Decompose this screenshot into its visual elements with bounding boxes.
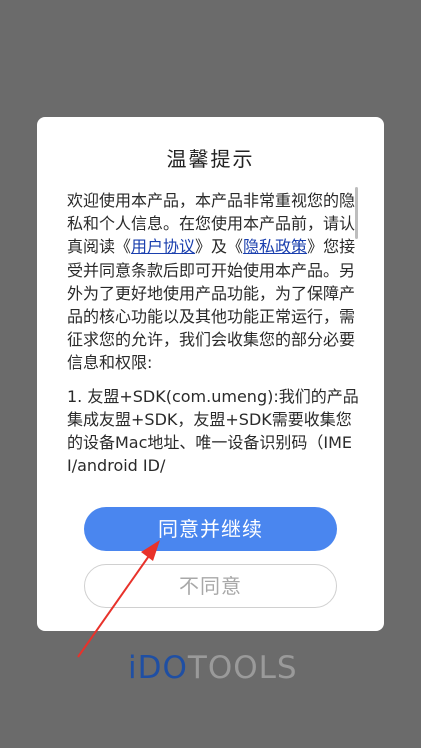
watermark-part1: iDO: [128, 650, 188, 686]
watermark-logo: iDOTOOLS: [128, 650, 298, 686]
watermark-part2: TOOLS: [187, 650, 298, 686]
annotation-arrow-icon: [77, 540, 160, 658]
